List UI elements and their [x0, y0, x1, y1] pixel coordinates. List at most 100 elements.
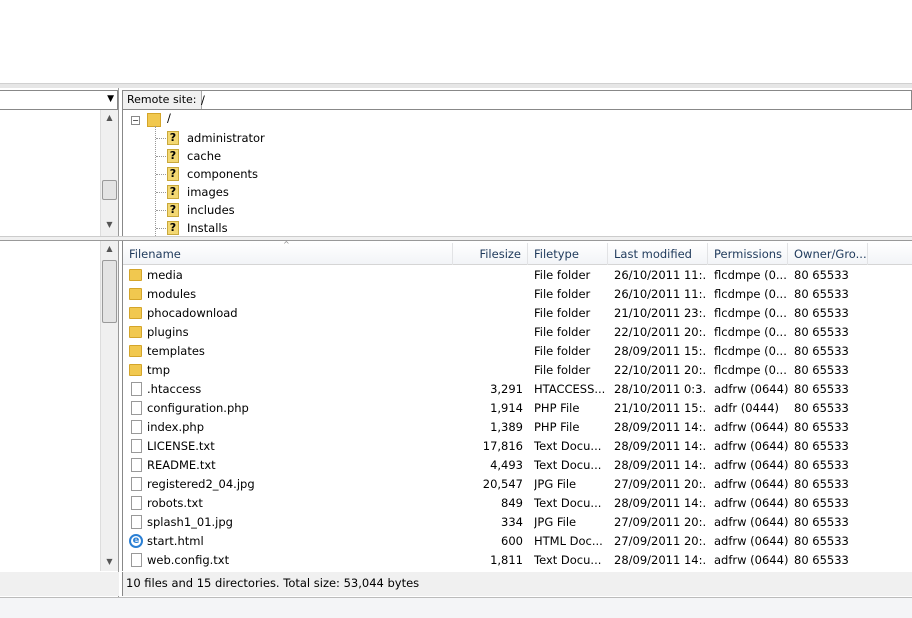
file-row[interactable]: robots.txt 849 Text Docu... 28/09/2011 1… [123, 494, 912, 513]
file-type: JPG File [534, 477, 577, 491]
file-owner: 80 65533 [794, 420, 849, 434]
tree-item[interactable]: Installs [187, 219, 228, 236]
tree-item[interactable]: includes [187, 201, 235, 219]
file-owner: 80 65533 [794, 344, 849, 358]
scroll-thumb[interactable] [102, 180, 117, 200]
file-owner: 80 65533 [794, 534, 849, 548]
file-row[interactable]: templates File folder 28/09/2011 15:... … [123, 342, 912, 361]
file-modified: 28/09/2011 14:... [614, 553, 706, 567]
file-type: Text Docu... [534, 458, 602, 472]
column-permissions[interactable]: Permissions [708, 243, 788, 265]
file-modified: 28/09/2011 14:... [614, 496, 706, 510]
unknown-folder-icon: ? [167, 149, 179, 163]
tree-line [156, 138, 166, 139]
file-permissions: flcdmpe (0... [714, 306, 787, 320]
remote-site-input[interactable]: / [201, 93, 205, 107]
file-row[interactable]: configuration.php 1,914 PHP File 21/10/2… [123, 399, 912, 418]
ie-html-icon: e [129, 534, 143, 548]
file-size: 17,816 [482, 439, 523, 453]
file-row[interactable]: web.config.txt 1,811 Text Docu... 28/09/… [123, 551, 912, 570]
file-owner: 80 65533 [794, 325, 849, 339]
file-row[interactable]: tmp File folder 22/10/2011 20:... flcdmp… [123, 361, 912, 380]
tree-line [156, 192, 166, 193]
remote-tree: − / ? administrator ? cache ? components… [122, 110, 912, 236]
scroll-thumb[interactable] [102, 260, 117, 323]
file-modified: 28/09/2011 14:... [614, 420, 706, 434]
file-row[interactable]: index.php 1,389 PHP File 28/09/2011 14:.… [123, 418, 912, 437]
file-icon [131, 420, 142, 434]
column-filesize[interactable]: Filesize [453, 243, 528, 265]
file-type: JPG File [534, 515, 577, 529]
scroll-down-icon[interactable]: ▼ [101, 557, 118, 566]
file-modified: 22/10/2011 20:... [614, 325, 706, 339]
file-icon [131, 477, 142, 491]
scroll-down-icon[interactable]: ▼ [101, 220, 118, 229]
file-name: modules [147, 287, 197, 301]
file-permissions: flcdmpe (0... [714, 325, 787, 339]
file-row[interactable]: e start.html 600 HTML Doc... 27/09/2011 … [123, 532, 912, 551]
column-last-modified[interactable]: Last modified [608, 243, 708, 265]
tree-item[interactable]: cache [187, 147, 221, 165]
file-permissions: adfr (0444) [714, 401, 780, 415]
file-owner: 80 65533 [794, 268, 849, 282]
local-site-dropdown[interactable]: ▼ [0, 90, 118, 110]
toolbar-divider [0, 83, 912, 88]
file-permissions: adfrw (0644) [714, 496, 788, 510]
file-row[interactable]: README.txt 4,493 Text Docu... 28/09/2011… [123, 456, 912, 475]
file-row[interactable]: LICENSE.txt 17,816 Text Docu... 28/09/20… [123, 437, 912, 456]
file-modified: 28/09/2011 14:... [614, 458, 706, 472]
file-permissions: flcdmpe (0... [714, 287, 787, 301]
file-row[interactable]: registered2_04.jpg 20,547 JPG File 27/09… [123, 475, 912, 494]
file-row[interactable]: modules File folder 26/10/2011 11:... fl… [123, 285, 912, 304]
collapse-icon[interactable]: − [131, 116, 140, 125]
tree-line [155, 126, 156, 236]
file-size: 3,291 [490, 382, 523, 396]
file-owner: 80 65533 [794, 439, 849, 453]
scroll-up-icon[interactable]: ▲ [101, 244, 118, 253]
local-tree-scrollbar[interactable]: ▲ ▼ [100, 110, 118, 236]
tree-line [156, 210, 166, 211]
status-bar: 10 files and 15 directories. Total size:… [122, 572, 912, 596]
column-filetype[interactable]: Filetype [528, 243, 608, 265]
file-permissions: adfrw (0644) [714, 515, 788, 529]
file-row[interactable]: phocadownload File folder 21/10/2011 23:… [123, 304, 912, 323]
file-type: Text Docu... [534, 553, 602, 567]
file-icon [131, 382, 142, 396]
file-owner: 80 65533 [794, 382, 849, 396]
file-name: index.php [147, 420, 205, 434]
file-row[interactable]: media File folder 26/10/2011 11:... flcd… [123, 266, 912, 285]
file-permissions: flcdmpe (0... [714, 268, 787, 282]
file-modified: 21/10/2011 23:... [614, 306, 706, 320]
file-row[interactable]: .htaccess 3,291 HTACCESS... 28/10/2011 0… [123, 380, 912, 399]
tree-root[interactable]: / [167, 111, 171, 125]
file-permissions: flcdmpe (0... [714, 344, 787, 358]
file-permissions: adfrw (0644) [714, 382, 788, 396]
file-permissions: adfrw (0644) [714, 439, 788, 453]
scroll-up-icon[interactable]: ▲ [101, 113, 118, 122]
file-name: splash1_01.jpg [147, 515, 233, 529]
unknown-folder-icon: ? [167, 221, 179, 235]
file-type: Text Docu... [534, 439, 602, 453]
file-size: 849 [501, 496, 523, 510]
file-modified: 26/10/2011 11:... [614, 287, 706, 301]
tree-item[interactable]: administrator [187, 129, 265, 147]
tree-item[interactable]: components [187, 165, 258, 183]
file-name: robots.txt [147, 496, 203, 510]
column-owner[interactable]: Owner/Gro... [788, 243, 868, 265]
file-row[interactable]: plugins File folder 22/10/2011 20:... fl… [123, 323, 912, 342]
file-owner: 80 65533 [794, 458, 849, 472]
file-name: web.config.txt [147, 553, 230, 567]
file-icon [131, 439, 142, 453]
remote-file-list: Filename ^ Filesize Filetype Last modifi… [122, 241, 912, 571]
file-permissions: adfrw (0644) [714, 553, 788, 567]
file-modified: 21/10/2011 15:... [614, 401, 706, 415]
file-name: configuration.php [147, 401, 249, 415]
tree-item[interactable]: images [187, 183, 229, 201]
file-name: registered2_04.jpg [147, 477, 255, 491]
chevron-down-icon[interactable]: ▼ [107, 94, 114, 104]
unknown-folder-icon: ? [167, 167, 179, 181]
file-owner: 80 65533 [794, 363, 849, 377]
file-row[interactable]: splash1_01.jpg 334 JPG File 27/09/2011 2… [123, 513, 912, 532]
remote-site-bar: Remote site: / [122, 90, 912, 110]
local-list-scrollbar[interactable]: ▲ ▼ [100, 241, 118, 571]
